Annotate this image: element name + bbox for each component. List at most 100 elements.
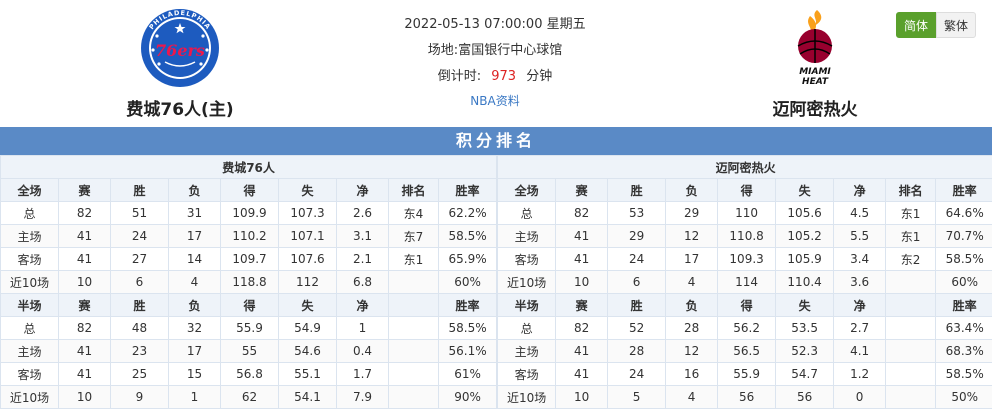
table-cell: 4: [665, 270, 719, 294]
table-cell: 56.1%: [437, 339, 498, 363]
table-cell: 52.3: [775, 339, 835, 363]
table-cell: 10: [555, 270, 609, 294]
table-cell: 3.1: [336, 224, 389, 248]
table-cell: 28: [665, 316, 719, 340]
table-row: 主场 41 24 17 110.2 107.1 3.1 东7 58.5%: [0, 224, 498, 248]
away-team-name[interactable]: 迈阿密热火: [735, 95, 895, 120]
logo-76ers-text: 76ers: [155, 41, 205, 60]
column-header: 得: [717, 293, 777, 317]
table-cell: 62.2%: [437, 201, 498, 225]
table-cell: 112: [278, 270, 337, 294]
table-cell: 0.4: [336, 339, 389, 363]
language-switch: 简体 繁体: [896, 12, 976, 38]
row-label: 客场: [497, 362, 557, 386]
row-label: 近10场: [497, 385, 557, 409]
table-cell: 53.5: [775, 316, 835, 340]
table-cell: 29: [665, 201, 719, 225]
table-cell: 107.3: [278, 201, 337, 225]
table-cell: 60%: [437, 270, 498, 294]
table-cell: 41: [58, 362, 111, 386]
countdown-row: 倒计时: 973 分钟: [330, 64, 660, 90]
table-cell: 1: [336, 316, 389, 340]
table-cell: 62: [220, 385, 279, 409]
column-header: 得: [717, 178, 777, 202]
table-cell: 52: [607, 316, 667, 340]
table-cell: 105.2: [775, 224, 835, 248]
table-cell: [885, 316, 937, 340]
table-cell: 10: [58, 270, 111, 294]
row-label: 客场: [0, 362, 59, 386]
table-cell: 56: [775, 385, 835, 409]
column-header: 赛: [555, 293, 609, 317]
standings-header-row: 全场赛胜负得失净排名 胜率: [497, 178, 992, 202]
table-cell: 114: [717, 270, 777, 294]
column-header: 失: [278, 293, 337, 317]
column-header: 失: [775, 293, 835, 317]
column-header: 胜率: [935, 293, 992, 317]
table-cell: 110: [717, 201, 777, 225]
column-header: 胜: [110, 293, 169, 317]
table-cell: 51: [110, 201, 169, 225]
table-cell: 58.5%: [437, 224, 498, 248]
table-cell: 56.8: [220, 362, 279, 386]
table-row: 主场 41 28 12 56.5 52.3 4.1 68.3%: [497, 339, 992, 363]
standings-tables: 费城76人 全场赛胜负得失净排名 胜率总 82 51 31 109.9 107.3 2.6 东4…: [0, 155, 992, 409]
table-cell: 58.5%: [935, 362, 992, 386]
table-row: 客场 41 25 15 56.8 55.1 1.7 61%: [0, 362, 498, 386]
home-team-name[interactable]: 费城76人(主): [100, 95, 260, 120]
table-cell: 70.7%: [935, 224, 992, 248]
column-header: 胜: [607, 178, 667, 202]
table-row: 总 82 51 31 109.9 107.3 2.6 东4 62.2%: [0, 201, 498, 225]
table-cell: 10: [58, 385, 111, 409]
table-cell: 54.6: [278, 339, 337, 363]
table-cell: 90%: [437, 385, 498, 409]
table-cell: 55.9: [220, 316, 279, 340]
table-cell: 2.6: [336, 201, 389, 225]
table-cell: 110.8: [717, 224, 777, 248]
table-cell: 29: [607, 224, 667, 248]
home-standings-table: 费城76人 全场赛胜负得失净排名 胜率总 82 51 31 109.9 107.3 2.6 东4…: [0, 155, 498, 409]
column-header: 赛: [58, 293, 111, 317]
row-label: 主场: [0, 339, 59, 363]
match-info: 2022-05-13 07:00:00 星期五 场地:富国银行中心球馆 倒计时:…: [330, 12, 660, 112]
home-team-block[interactable]: PHILADELPHIA 76ers 费城76人(主): [100, 6, 260, 120]
row-label: 总: [0, 201, 59, 225]
table-cell: 48: [110, 316, 169, 340]
table-cell: 54.7: [775, 362, 835, 386]
traditional-chinese-button[interactable]: 繁体: [936, 12, 976, 38]
table-cell: 东4: [388, 201, 439, 225]
table-cell: 17: [665, 247, 719, 271]
table-row: 客场 41 24 16 55.9 54.7 1.2 58.5%: [497, 362, 992, 386]
column-header: 全场: [0, 178, 59, 202]
table-cell: 41: [555, 362, 609, 386]
table-cell: [388, 316, 439, 340]
table-cell: 109.9: [220, 201, 279, 225]
column-header: 半场: [0, 293, 59, 317]
simplified-chinese-button[interactable]: 简体: [896, 12, 936, 38]
table-cell: [388, 339, 439, 363]
table-cell: 32: [168, 316, 221, 340]
table-cell: 61%: [437, 362, 498, 386]
row-label: 近10场: [497, 270, 557, 294]
column-header: 净: [336, 178, 389, 202]
table-cell: [885, 385, 937, 409]
table-cell: [885, 270, 937, 294]
logo-miami-text: MIAMI: [799, 67, 831, 77]
table-cell: 15: [168, 362, 221, 386]
table-cell: 7.9: [336, 385, 389, 409]
row-label: 主场: [0, 224, 59, 248]
away-standings-table: 迈阿密热火 全场赛胜负得失净排名 胜率总 82 53 29 110 105.6 4.5 东1 64…: [497, 155, 992, 409]
table-row: 主场 41 23 17 55 54.6 0.4 56.1%: [0, 339, 498, 363]
table-cell: [388, 385, 439, 409]
table-cell: 54.9: [278, 316, 337, 340]
table-cell: [388, 270, 439, 294]
column-header: [388, 293, 439, 317]
away-team-block[interactable]: MIAMI HEAT 迈阿密热火: [735, 6, 895, 120]
column-header: 失: [775, 178, 835, 202]
table-cell: 东1: [885, 224, 937, 248]
table-cell: [885, 339, 937, 363]
nba-info-link[interactable]: NBA资料: [330, 90, 660, 112]
table-cell: 105.9: [775, 247, 835, 271]
countdown-label: 倒计时:: [437, 69, 482, 84]
row-label: 总: [497, 316, 557, 340]
